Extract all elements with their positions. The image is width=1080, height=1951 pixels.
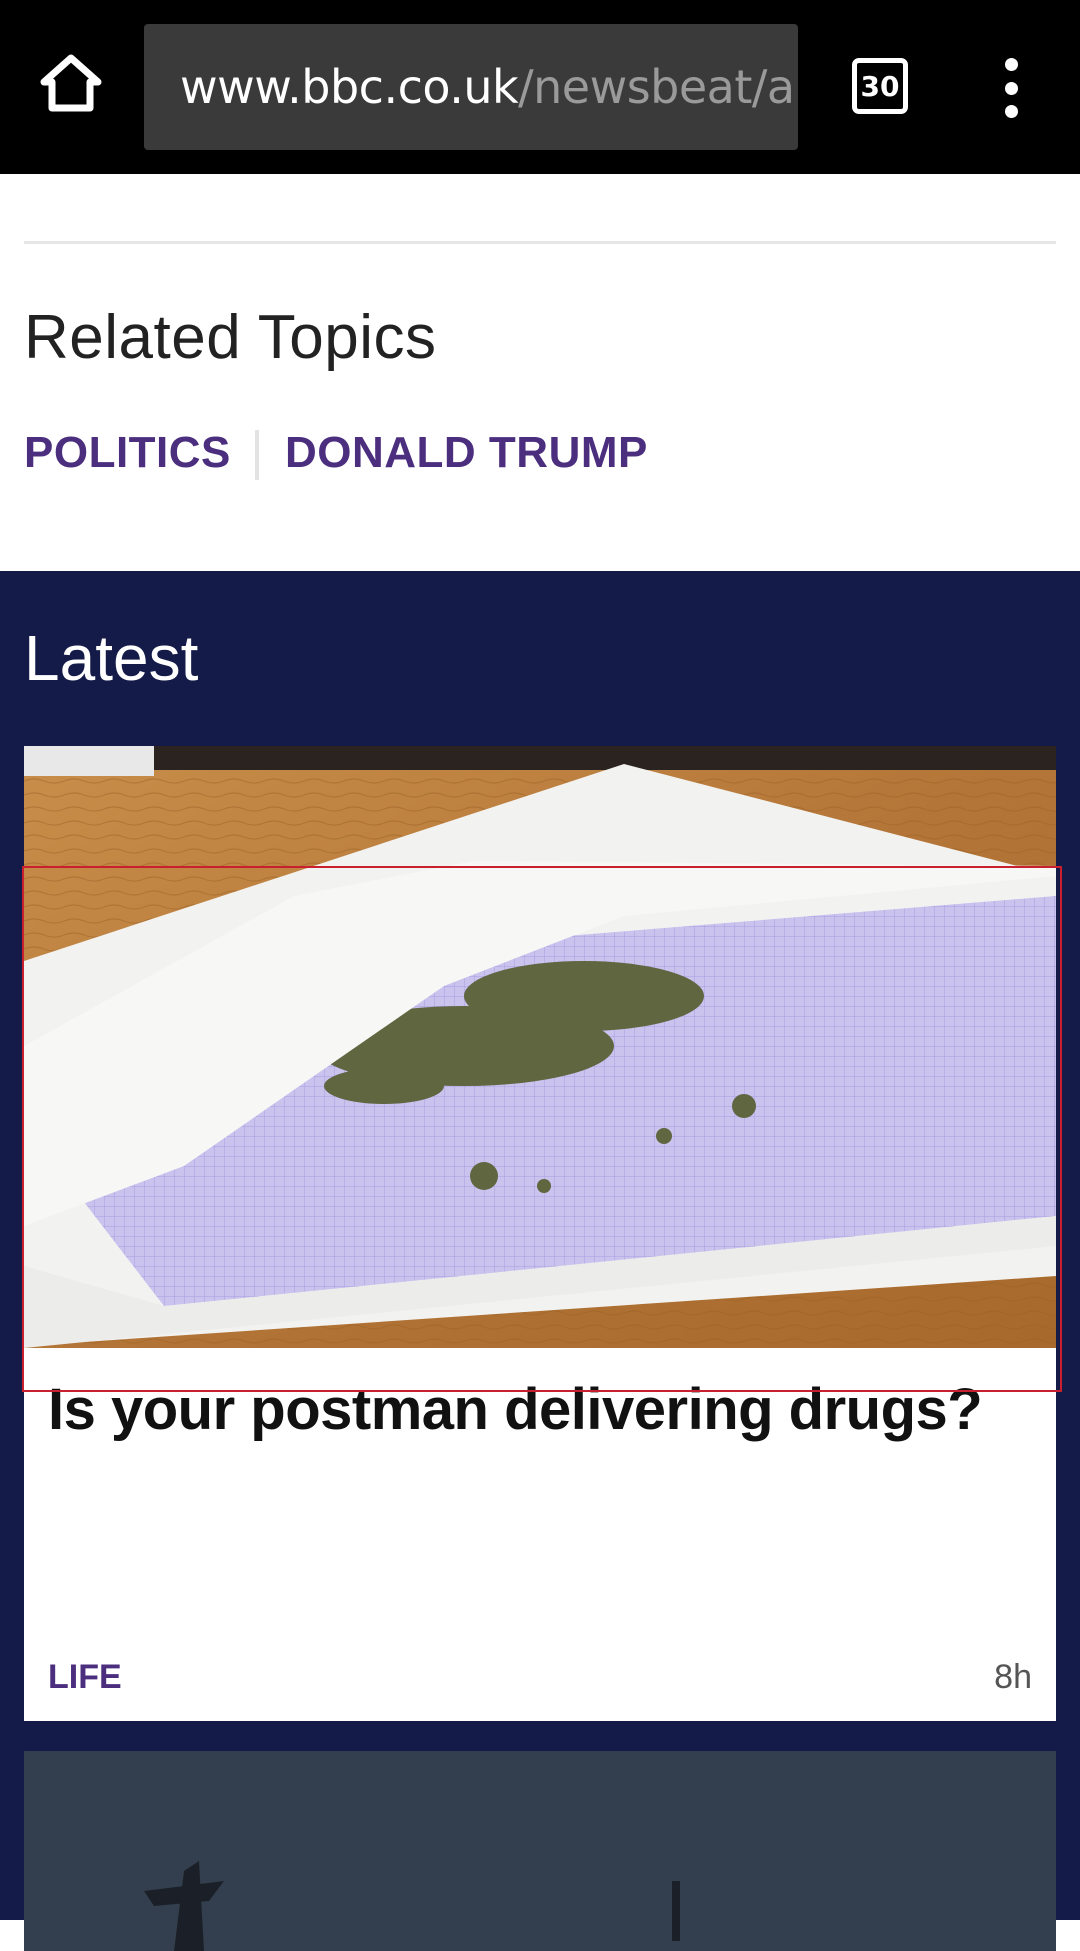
- article-tag-link[interactable]: LIFE: [48, 1658, 122, 1697]
- browser-toolbar: www.bbc.co.uk/newsbeat/a 30: [0, 0, 1080, 174]
- url-domain: www.bbc.co.uk: [180, 60, 519, 114]
- overflow-menu-icon[interactable]: [996, 58, 1026, 118]
- next-article-card[interactable]: [24, 1751, 1056, 1951]
- section-divider: [24, 241, 1056, 244]
- topic-separator: [255, 430, 259, 480]
- topic-link-donald-trump[interactable]: DONALD TRUMP: [285, 428, 648, 478]
- next-article-image: [24, 1751, 1056, 1951]
- url-path: /newsbeat/a: [518, 60, 795, 114]
- related-topics-heading: Related Topics: [24, 303, 437, 372]
- article-timestamp: 8h: [994, 1658, 1032, 1696]
- url-text: www.bbc.co.uk/newsbeat/a: [180, 60, 795, 114]
- tab-switcher-button[interactable]: 30: [852, 58, 908, 114]
- tab-count: 30: [860, 69, 900, 103]
- latest-heading: Latest: [24, 622, 199, 694]
- highlight-overlay: [22, 866, 1062, 1392]
- home-button[interactable]: [38, 50, 104, 116]
- topic-link-politics[interactable]: POLITICS: [24, 428, 231, 478]
- address-bar[interactable]: www.bbc.co.uk/newsbeat/a: [144, 24, 798, 150]
- home-icon: [40, 54, 102, 112]
